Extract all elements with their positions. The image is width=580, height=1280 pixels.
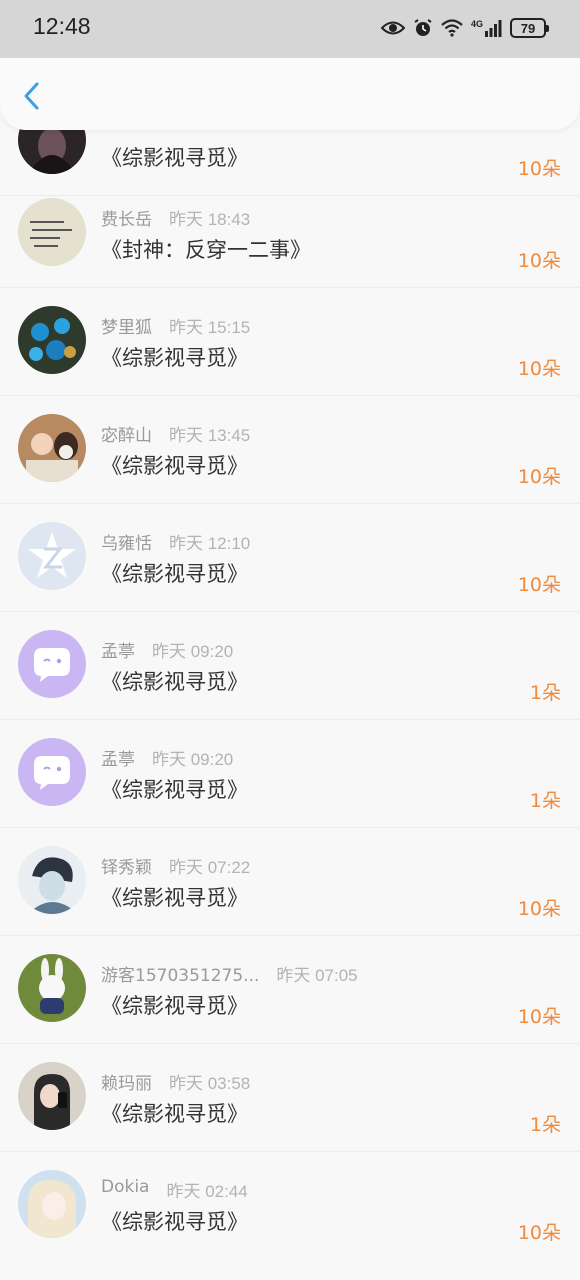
record-meta: 宓醉山 昨天 13:45	[101, 421, 250, 446]
status-bar: 12:48 4G 79	[0, 0, 580, 58]
gift-amount: 10朵	[517, 1222, 561, 1244]
user-name: 游客1570351275...	[101, 966, 260, 986]
status-icons: 4G 79	[380, 14, 549, 42]
timestamp: 昨天 02:44	[166, 1182, 248, 1201]
user-name: Dokia	[101, 1177, 150, 1197]
back-button[interactable]	[14, 78, 50, 114]
timestamp: 昨天 09:20	[152, 642, 234, 661]
book-title: 《综影视寻觅》	[101, 146, 248, 170]
list-item[interactable]: 宓醉山 昨天 13:45 《综影视寻觅》 10朵	[0, 396, 580, 504]
record-meta: 铎秀颖 昨天 07:22	[101, 853, 250, 878]
timestamp: 昨天 12:10	[169, 534, 251, 553]
book-title: 《封神：反穿一二事》	[101, 238, 311, 262]
gift-amount: 10朵	[517, 1006, 561, 1028]
gift-amount: 10朵	[517, 466, 561, 488]
avatar[interactable]	[18, 1062, 86, 1130]
user-name: 赖玛丽	[101, 1074, 152, 1094]
book-title: 《综影视寻觅》	[101, 454, 248, 478]
avatar[interactable]	[18, 306, 86, 374]
book-title: 《综影视寻觅》	[101, 1102, 248, 1126]
user-name: 孟葶	[101, 642, 135, 662]
list-item[interactable]: 乌雍恬 昨天 12:10 《综影视寻觅》 10朵	[0, 504, 580, 612]
list-item[interactable]: 孟葶 昨天 09:20 《综影视寻觅》 1朵	[0, 720, 580, 828]
timestamp: 昨天 03:58	[169, 1074, 251, 1093]
list-item[interactable]: 铎秀颖 昨天 07:22 《综影视寻觅》 10朵	[0, 828, 580, 936]
chevron-left-icon	[24, 82, 39, 110]
top-nav-bar	[0, 58, 580, 130]
gift-amount: 1朵	[529, 790, 561, 812]
list-item[interactable]: 游客1570351275... 昨天 07:05 《综影视寻觅》 10朵	[0, 936, 580, 1044]
timestamp: 昨天 07:22	[169, 858, 251, 877]
list-item[interactable]: 梦里狐 昨天 15:15 《综影视寻觅》 10朵	[0, 288, 580, 396]
signal-icon: 4G	[471, 19, 502, 37]
avatar[interactable]	[18, 738, 86, 806]
gift-amount: 1朵	[529, 682, 561, 704]
avatar[interactable]	[18, 522, 86, 590]
avatar[interactable]	[18, 1170, 86, 1238]
gift-amount: 10朵	[517, 158, 561, 180]
book-title: 《综影视寻觅》	[101, 994, 248, 1018]
record-meta: 孟葶 昨天 09:20	[101, 745, 233, 770]
record-meta: 梦里狐 昨天 15:15	[101, 313, 250, 338]
gift-amount: 10朵	[517, 250, 561, 272]
record-meta: 费长岳 昨天 18:43	[101, 205, 250, 230]
user-name: 乌雍恬	[101, 534, 152, 554]
timestamp: 昨天 18:43	[169, 210, 251, 229]
list-item[interactable]: 赖玛丽 昨天 03:58 《综影视寻觅》 1朵	[0, 1044, 580, 1152]
book-title: 《综影视寻觅》	[101, 670, 248, 694]
eye-icon	[380, 19, 405, 37]
book-title: 《综影视寻觅》	[101, 562, 248, 586]
record-meta: 乌雍恬 昨天 12:10	[101, 529, 250, 554]
user-name: 梦里狐	[101, 318, 152, 338]
record-meta: 游客1570351275... 昨天 07:05	[101, 961, 358, 986]
book-title: 《综影视寻觅》	[101, 778, 248, 802]
avatar[interactable]	[18, 846, 86, 914]
list-item[interactable]: 孟葶 昨天 09:20 《综影视寻觅》 1朵	[0, 612, 580, 720]
list-item[interactable]: 费长岳 昨天 18:43 《封神：反穿一二事》 10朵	[0, 180, 580, 288]
record-meta: Dokia 昨天 02:44	[101, 1177, 248, 1202]
avatar[interactable]	[18, 414, 86, 482]
network-label: 4G	[470, 19, 483, 29]
timestamp: 昨天 09:20	[152, 750, 234, 769]
avatar[interactable]	[18, 630, 86, 698]
timestamp: 昨天 07:05	[276, 966, 358, 985]
gift-amount: 1朵	[529, 1114, 561, 1136]
avatar[interactable]	[18, 198, 86, 266]
user-name: 宓醉山	[101, 426, 152, 446]
alarm-icon	[413, 18, 433, 38]
user-name: 孟葶	[101, 750, 135, 770]
wifi-icon	[441, 19, 463, 37]
gift-amount: 10朵	[517, 574, 561, 596]
battery-icon: 79	[510, 18, 549, 38]
user-name: 铎秀颖	[101, 858, 152, 878]
gift-amount: 10朵	[517, 358, 561, 380]
gift-amount: 10朵	[517, 898, 561, 920]
timestamp: 昨天 15:15	[169, 318, 251, 337]
timestamp: 昨天 13:45	[169, 426, 251, 445]
book-title: 《综影视寻觅》	[101, 886, 248, 910]
record-meta: 孟葶 昨天 09:20	[101, 637, 233, 662]
list-item[interactable]: Dokia 昨天 02:44 《综影视寻觅》 10朵	[0, 1152, 580, 1260]
book-title: 《综影视寻觅》	[101, 346, 248, 370]
book-title: 《综影视寻觅》	[101, 1210, 248, 1234]
avatar[interactable]	[18, 954, 86, 1022]
record-meta: 赖玛丽 昨天 03:58	[101, 1069, 250, 1094]
user-name: 费长岳	[101, 210, 152, 230]
status-time: 12:48	[33, 13, 91, 39]
